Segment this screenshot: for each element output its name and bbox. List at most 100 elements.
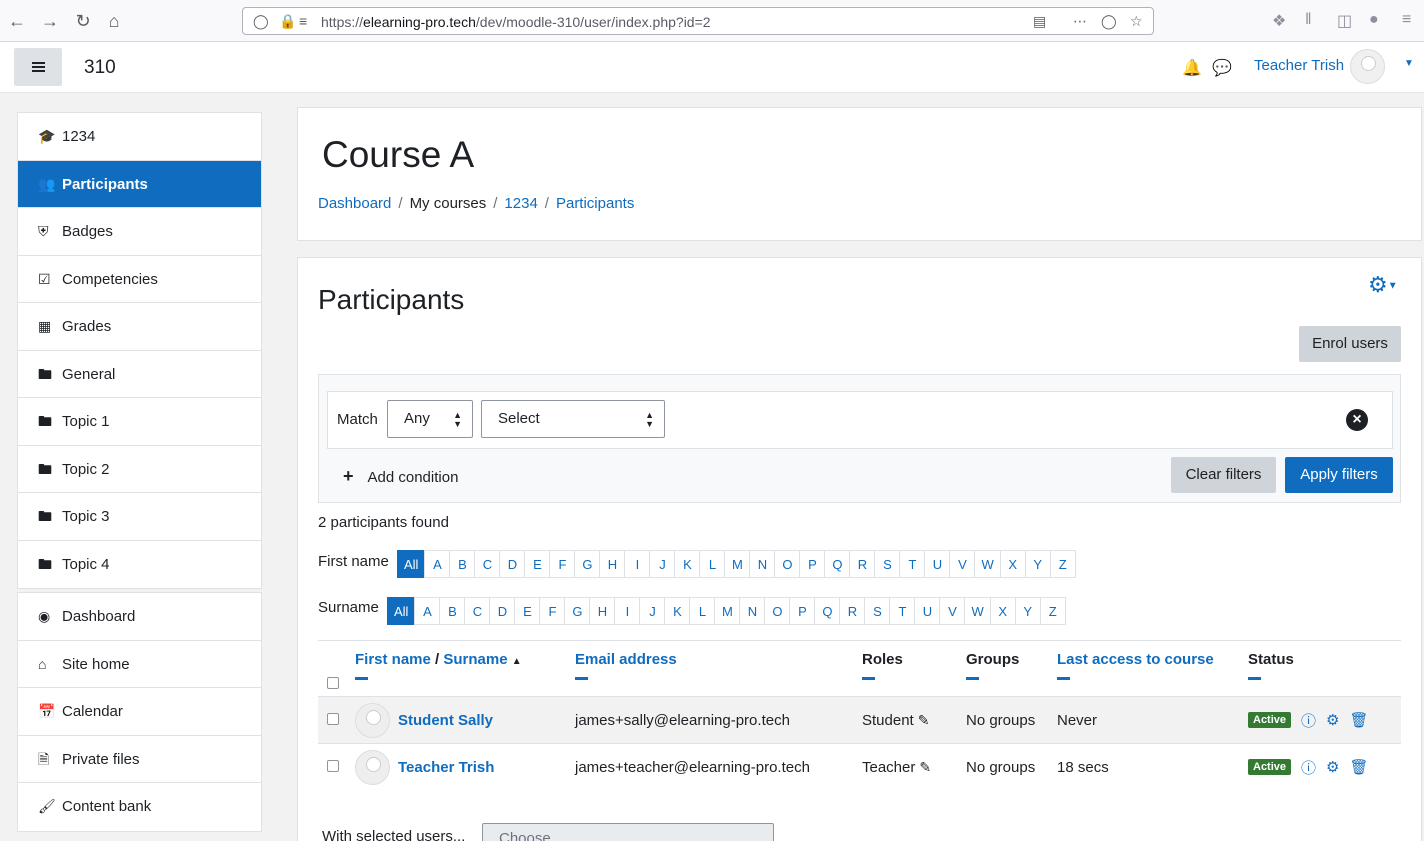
surname-initial-g[interactable]: G	[564, 597, 591, 625]
avatar[interactable]	[1350, 49, 1385, 84]
first-name-initial-n[interactable]: N	[749, 550, 776, 578]
pocket-icon[interactable]: ◯	[1101, 13, 1117, 30]
nav-item-private-files[interactable]: 🗎 Private files	[18, 736, 261, 783]
more-icon[interactable]: ⋯	[1073, 13, 1087, 30]
sort-first-name[interactable]: First name	[355, 651, 431, 668]
first-name-initial-g[interactable]: G	[574, 550, 601, 578]
surname-initial-b[interactable]: B	[439, 597, 466, 625]
first-name-initial-c[interactable]: C	[474, 550, 501, 578]
surname-initial-r[interactable]: R	[839, 597, 866, 625]
gear-icon[interactable]: ⚙▼	[1368, 272, 1398, 298]
first-name-initial-k[interactable]: K	[674, 550, 701, 578]
surname-initial-x[interactable]: X	[989, 597, 1016, 625]
user-link[interactable]: Student Sally	[398, 712, 493, 729]
nav-item-grades[interactable]: ▦ Grades	[18, 303, 261, 351]
sidebar-icon[interactable]: ◫	[1337, 11, 1352, 31]
surname-initial-t[interactable]: T	[889, 597, 916, 625]
collapse-column-icon[interactable]	[862, 677, 875, 680]
reload-icon[interactable]: ↻	[72, 10, 94, 32]
collapse-column-icon[interactable]	[575, 677, 588, 680]
sort-surname[interactable]: Surname	[443, 651, 507, 668]
surname-initial-j[interactable]: J	[639, 597, 666, 625]
surname-initial-i[interactable]: I	[614, 597, 641, 625]
surname-initial-z[interactable]: Z	[1039, 597, 1066, 625]
first-name-initial-i[interactable]: I	[624, 550, 651, 578]
drawer-toggle-button[interactable]	[14, 48, 62, 86]
remove-filter-icon[interactable]: ×	[1346, 409, 1368, 431]
surname-initial-s[interactable]: S	[864, 597, 891, 625]
add-condition-button[interactable]: + Add condition	[343, 466, 458, 487]
first-name-initial-y[interactable]: Y	[1024, 550, 1051, 578]
first-name-initial-r[interactable]: R	[849, 550, 876, 578]
row-checkbox[interactable]	[327, 712, 339, 725]
gear-icon[interactable]: ⚙	[1326, 758, 1339, 776]
filter-type-select[interactable]: Select ▲ ▼	[481, 400, 665, 438]
surname-initial-p[interactable]: P	[789, 597, 816, 625]
bulk-action-select[interactable]: Choose...	[482, 823, 774, 841]
surname-initial-k[interactable]: K	[664, 597, 691, 625]
surname-initial-u[interactable]: U	[914, 597, 941, 625]
row-checkbox[interactable]	[327, 759, 339, 772]
reader-view-icon[interactable]: ▤	[1033, 13, 1046, 30]
surname-initial-f[interactable]: F	[539, 597, 566, 625]
first-name-initial-z[interactable]: Z	[1049, 550, 1076, 578]
extensions-icon[interactable]: ❖	[1272, 11, 1286, 31]
surname-initial-d[interactable]: D	[489, 597, 516, 625]
gear-icon[interactable]: ⚙	[1326, 711, 1339, 729]
user-link[interactable]: Teacher Trish	[398, 759, 494, 776]
caret-down-icon[interactable]: ▼	[1404, 58, 1414, 69]
collapse-column-icon[interactable]	[355, 677, 368, 680]
surname-initial-y[interactable]: Y	[1014, 597, 1041, 625]
nav-item-topic-1[interactable]: 🖿 Topic 1	[18, 398, 261, 446]
collapse-column-icon[interactable]	[966, 677, 979, 680]
info-icon[interactable]: ⓘ	[1301, 710, 1316, 731]
trash-icon[interactable]: 🗑	[1350, 711, 1369, 729]
url-bar[interactable]: ◯ 🔒 ≡ https://elearning-pro.tech/dev/moo…	[242, 7, 1154, 35]
breadcrumb-participants[interactable]: Participants	[556, 195, 634, 212]
sort-last-access[interactable]: Last access to course	[1057, 651, 1214, 668]
surname-initial-l[interactable]: L	[689, 597, 716, 625]
avatar[interactable]	[355, 749, 390, 785]
nav-item-course[interactable]: 🎓 1234	[18, 113, 261, 161]
collapse-column-icon[interactable]	[1248, 677, 1261, 680]
pencil-icon[interactable]: ✎	[919, 759, 931, 775]
first-name-initial-j[interactable]: J	[649, 550, 676, 578]
surname-initial-v[interactable]: V	[939, 597, 966, 625]
permissions-icon[interactable]: ≡	[299, 13, 307, 29]
nav-item-badges[interactable]: ⛨ Badges	[18, 208, 261, 256]
first-name-initial-l[interactable]: L	[699, 550, 726, 578]
first-name-initial-w[interactable]: W	[974, 550, 1001, 578]
surname-initial-c[interactable]: C	[464, 597, 491, 625]
bell-icon[interactable]: 🔔	[1182, 58, 1202, 78]
surname-initial-a[interactable]: A	[414, 597, 441, 625]
enrol-users-button[interactable]: Enrol users	[1299, 326, 1401, 362]
surname-initial-w[interactable]: W	[964, 597, 991, 625]
nav-item-general[interactable]: 🖿 General	[18, 351, 261, 398]
pencil-icon[interactable]: ✎	[918, 712, 930, 728]
trash-icon[interactable]: 🗑	[1350, 758, 1369, 776]
first-name-initial-q[interactable]: Q	[824, 550, 851, 578]
sort-email[interactable]: Email address	[575, 651, 677, 668]
back-icon[interactable]: ←	[6, 10, 28, 32]
avatar[interactable]	[355, 702, 390, 738]
surname-initial-e[interactable]: E	[514, 597, 541, 625]
user-menu-name[interactable]: Teacher Trish	[1254, 57, 1344, 74]
nav-item-competencies[interactable]: ☑ Competencies	[18, 256, 261, 303]
surname-initial-m[interactable]: M	[714, 597, 741, 625]
collapse-column-icon[interactable]	[1057, 677, 1070, 680]
first-name-initial-u[interactable]: U	[924, 550, 951, 578]
first-name-initial-p[interactable]: P	[799, 550, 826, 578]
match-select[interactable]: Any ▲ ▼	[387, 400, 473, 438]
breadcrumb-dashboard[interactable]: Dashboard	[318, 195, 391, 212]
surname-initial-o[interactable]: O	[764, 597, 791, 625]
nav-item-participants[interactable]: 👥 Participants	[18, 160, 261, 208]
shield-icon[interactable]: ◯	[253, 13, 269, 30]
first-name-initial-b[interactable]: B	[449, 550, 476, 578]
first-name-initial-e[interactable]: E	[524, 550, 551, 578]
first-name-initial-a[interactable]: A	[424, 550, 451, 578]
surname-initial-n[interactable]: N	[739, 597, 766, 625]
info-icon[interactable]: ⓘ	[1301, 757, 1316, 778]
first-name-initial-o[interactable]: O	[774, 550, 801, 578]
surname-initial-h[interactable]: H	[589, 597, 616, 625]
nav-item-site-home[interactable]: ⌂ Site home	[18, 641, 261, 688]
